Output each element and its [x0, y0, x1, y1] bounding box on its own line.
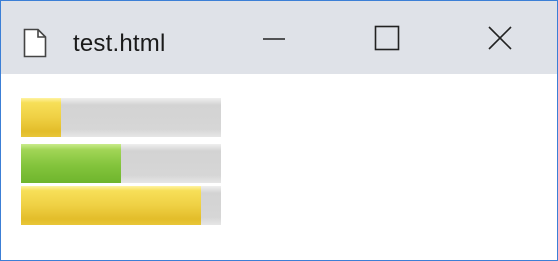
progress-fill	[21, 144, 121, 183]
minimize-button[interactable]	[238, 1, 310, 74]
maximize-button[interactable]	[351, 1, 423, 74]
progress-bar	[21, 186, 221, 225]
progress-fill	[21, 186, 201, 225]
progress-bar	[21, 144, 221, 183]
progress-fill	[21, 98, 61, 137]
page-content	[1, 74, 557, 260]
progress-bar	[21, 98, 221, 137]
document-icon	[23, 28, 47, 58]
maximize-icon	[374, 25, 400, 51]
minimize-icon	[262, 26, 286, 50]
title-bar[interactable]: test.html	[1, 1, 557, 74]
app-window: test.html	[0, 0, 558, 261]
close-icon	[487, 25, 513, 51]
close-button[interactable]	[464, 1, 536, 74]
window-title: test.html	[73, 30, 166, 57]
